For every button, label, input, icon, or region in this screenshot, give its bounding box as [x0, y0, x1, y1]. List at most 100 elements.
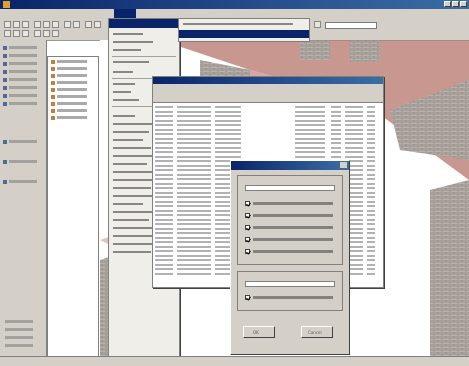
cut-icon[interactable]: [34, 21, 41, 28]
tree-item[interactable]: [51, 81, 95, 86]
list-row[interactable]: [155, 146, 379, 150]
menu-item[interactable]: [113, 31, 175, 37]
panel-tab[interactable]: [3, 320, 41, 325]
cancel-button[interactable]: Cancel: [301, 326, 333, 338]
panel-item[interactable]: [3, 86, 41, 91]
move-icon[interactable]: [22, 30, 29, 37]
tree-item[interactable]: [51, 74, 95, 79]
new-icon[interactable]: [4, 21, 11, 28]
panel-item[interactable]: [3, 46, 41, 51]
array-icon[interactable]: [52, 30, 59, 37]
panel-item[interactable]: [3, 180, 41, 185]
design-panel: [0, 40, 47, 356]
copy-icon[interactable]: [43, 21, 50, 28]
checkbox[interactable]: [245, 213, 250, 218]
undo-icon[interactable]: [64, 21, 71, 28]
checkbox[interactable]: [245, 225, 250, 230]
menu-item[interactable]: [4, 9, 20, 18]
list-row[interactable]: [155, 110, 379, 114]
open-icon[interactable]: [13, 21, 20, 28]
menu-item[interactable]: [164, 9, 180, 18]
menu-item[interactable]: [142, 9, 158, 18]
panel-item[interactable]: [3, 102, 41, 107]
checkbox[interactable]: [245, 201, 250, 206]
maximize-button[interactable]: [452, 1, 459, 7]
checkbox[interactable]: [245, 295, 250, 300]
checkbox[interactable]: [245, 249, 250, 254]
target-field[interactable]: [245, 281, 335, 287]
panel-item[interactable]: [3, 140, 41, 145]
checkbox-row[interactable]: [245, 225, 341, 231]
panel-item[interactable]: [3, 54, 41, 59]
close-button[interactable]: [460, 1, 467, 7]
folder-icon: [51, 88, 55, 92]
redo-icon[interactable]: [73, 21, 80, 28]
panel-tab[interactable]: [3, 328, 41, 333]
view-combo[interactable]: [325, 22, 377, 29]
tree-item[interactable]: [51, 109, 95, 114]
list-row[interactable]: [155, 128, 379, 132]
source-field[interactable]: [245, 185, 335, 191]
submenu-item-selected[interactable]: [179, 30, 309, 38]
tree-item[interactable]: [51, 60, 95, 65]
list-row[interactable]: [155, 119, 379, 123]
menu-item[interactable]: [113, 39, 175, 45]
checkbox-row[interactable]: [245, 295, 341, 301]
rotate-icon[interactable]: [34, 30, 41, 37]
select-icon[interactable]: [4, 30, 11, 37]
menu-item[interactable]: [113, 69, 175, 75]
menu-item[interactable]: [48, 9, 64, 18]
panel-item[interactable]: [3, 160, 41, 165]
panel-item[interactable]: [3, 70, 41, 75]
tool-icon: [3, 86, 7, 90]
tree-item[interactable]: [51, 102, 95, 107]
menu-item[interactable]: [26, 9, 42, 18]
list-row[interactable]: [155, 105, 379, 109]
modify-icon[interactable]: [13, 30, 20, 37]
submenu: [178, 18, 310, 42]
checkbox-row[interactable]: [245, 249, 341, 255]
tree-item[interactable]: [51, 88, 95, 93]
tool-icon[interactable]: [94, 21, 101, 28]
tree-item[interactable]: [51, 67, 95, 72]
panel-item[interactable]: [3, 78, 41, 83]
mirror-icon[interactable]: [43, 30, 50, 37]
measure-icon[interactable]: [85, 21, 92, 28]
ok-button[interactable]: OK: [243, 326, 275, 338]
menu-item[interactable]: [113, 59, 175, 65]
list-row[interactable]: [155, 150, 379, 154]
checkbox-row[interactable]: [245, 201, 341, 207]
list-row[interactable]: [155, 141, 379, 145]
menu-item[interactable]: [70, 9, 86, 18]
paste-icon[interactable]: [52, 21, 59, 28]
close-icon[interactable]: [340, 162, 347, 168]
menu-item[interactable]: [186, 9, 202, 18]
tool-icon: [3, 102, 7, 106]
list-row[interactable]: [155, 114, 379, 118]
view-icon[interactable]: [314, 21, 321, 28]
list-row[interactable]: [155, 123, 379, 127]
tool-icon: [3, 54, 7, 58]
list-row[interactable]: [155, 155, 379, 159]
list-window-title: [153, 77, 383, 84]
checkbox-row[interactable]: [245, 213, 341, 219]
menu-item-open[interactable]: [114, 9, 136, 18]
checkbox[interactable]: [245, 237, 250, 242]
list-row[interactable]: [155, 137, 379, 141]
panel-item[interactable]: [3, 94, 41, 99]
tool-icon: [3, 140, 7, 144]
panel-tab[interactable]: [3, 336, 41, 341]
submenu-item[interactable]: [183, 21, 303, 27]
title-bar: [0, 0, 469, 9]
menu-item[interactable]: [113, 47, 175, 53]
list-row[interactable]: [155, 132, 379, 136]
panel-item[interactable]: [3, 62, 41, 67]
minimize-button[interactable]: [444, 1, 451, 7]
panel-tab[interactable]: [3, 344, 41, 349]
menu-item-selected[interactable]: [109, 19, 179, 28]
menu-item[interactable]: [92, 9, 108, 18]
tree-item[interactable]: [51, 116, 95, 121]
checkbox-row[interactable]: [245, 237, 341, 243]
tree-item[interactable]: [51, 95, 95, 100]
save-icon[interactable]: [22, 21, 29, 28]
